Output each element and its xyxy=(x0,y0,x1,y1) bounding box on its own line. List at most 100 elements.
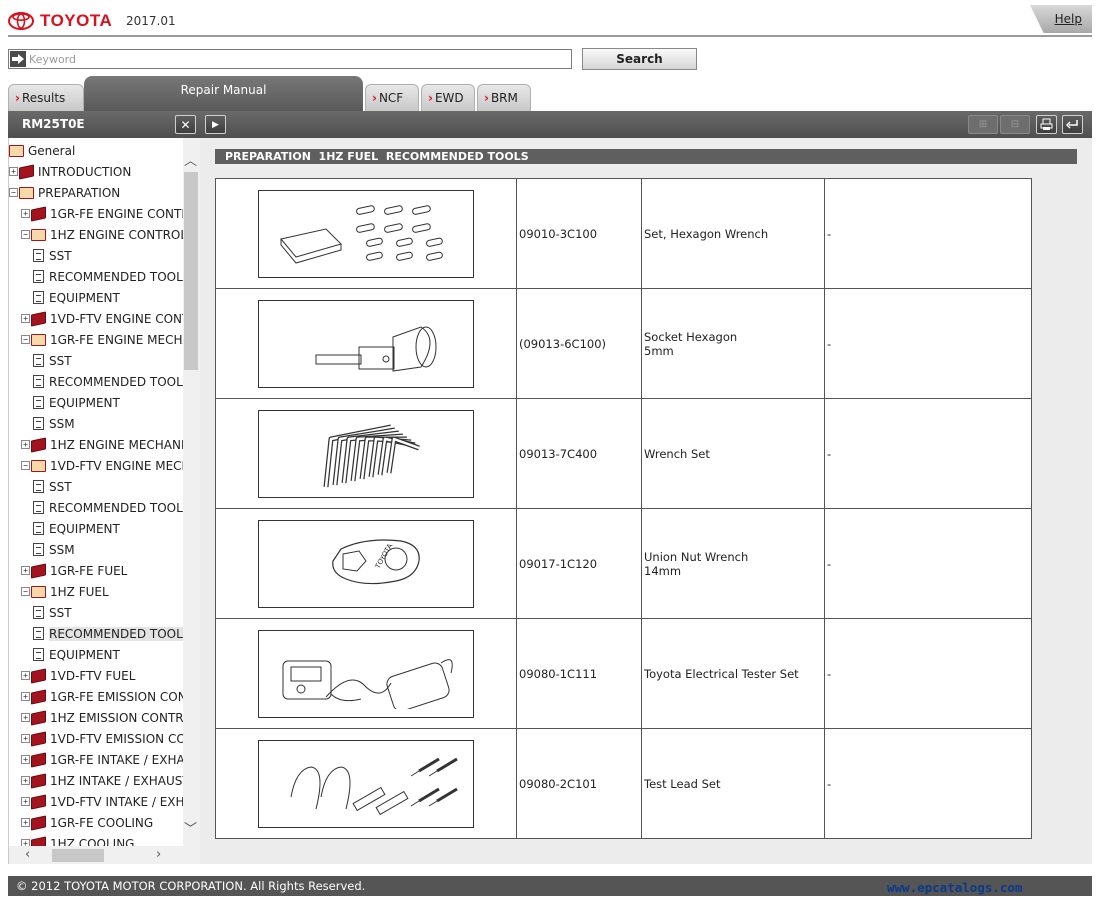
tree-item[interactable]: − 1HZ ENGINE CONTROL xyxy=(21,224,187,245)
wrench-set-illustration[interactable] xyxy=(258,409,474,498)
tree-item[interactable]: +1HZ EMISSION CONTRO xyxy=(21,707,193,728)
expand-icon[interactable]: + xyxy=(21,692,30,701)
electrical-tester-illustration[interactable] xyxy=(258,629,474,718)
plus-box-icon: ⊞ xyxy=(978,119,988,130)
print-button[interactable] xyxy=(1036,115,1057,134)
tab-brm[interactable]: › BRM xyxy=(477,84,531,111)
return-arrow-icon xyxy=(1066,120,1078,129)
tree-item[interactable]: +1GR-FE ENGINE CONTR xyxy=(21,203,190,224)
collapse-icon[interactable]: − xyxy=(21,230,30,239)
tab-ncf[interactable]: › NCF xyxy=(365,84,419,111)
expand-icon[interactable]: + xyxy=(21,818,30,827)
tree-item[interactable]: +1HZ ENGINE MECHANIC xyxy=(21,434,193,455)
close-tree-button[interactable]: ✕ xyxy=(175,115,196,134)
expand-icon[interactable]: + xyxy=(21,713,30,722)
part-number: 09017-1C120 xyxy=(516,508,642,619)
collapse-icon[interactable]: − xyxy=(21,335,30,344)
tree-item[interactable]: RECOMMENDED TOOLS xyxy=(33,266,190,287)
document-icon xyxy=(33,480,44,493)
union-nut-wrench-illustration[interactable]: TOYOTA xyxy=(258,519,474,608)
tree-item[interactable]: +1GR-FE COOLING xyxy=(21,812,153,833)
tree-item[interactable]: SST xyxy=(33,245,72,266)
expand-icon[interactable]: + xyxy=(21,797,30,806)
expand-icon[interactable]: + xyxy=(21,209,30,218)
tree-item[interactable]: SSM xyxy=(33,413,75,434)
tree-item[interactable]: +1VD-FTV EMISSION CO xyxy=(21,728,186,749)
tab-repair-manual[interactable]: Repair Manual xyxy=(84,76,363,111)
expand-all-button[interactable]: ⊞ xyxy=(968,115,998,134)
tree-item[interactable]: SST xyxy=(33,602,72,623)
tree-item-label: PREPARATION xyxy=(38,185,121,200)
tree-item[interactable]: RECOMMENDED TOOLS xyxy=(33,623,191,644)
expand-icon[interactable]: + xyxy=(9,167,18,176)
tree-item[interactable]: EQUIPMENT xyxy=(33,518,120,539)
help-tab[interactable]: Help xyxy=(1030,5,1092,33)
tree-item[interactable]: +1VD-FTV FUEL xyxy=(21,665,135,686)
tool-name: Wrench Set xyxy=(641,398,825,509)
tree-item-label: RECOMMENDED TOOLS xyxy=(49,269,191,284)
tree-item[interactable]: General xyxy=(9,140,75,161)
search-button[interactable]: Search xyxy=(582,48,697,70)
chevron-right-icon: › xyxy=(428,91,433,105)
keyword-input[interactable] xyxy=(26,51,571,67)
table-row: 09013-7C400 Wrench Set - xyxy=(215,398,1032,509)
tool-note: - xyxy=(824,288,1032,399)
tool-note: - xyxy=(824,398,1032,509)
close-icon: ✕ xyxy=(180,117,191,132)
back-button[interactable] xyxy=(1062,115,1083,134)
expand-icon[interactable]: + xyxy=(21,314,30,323)
expand-icon[interactable]: + xyxy=(21,566,30,575)
collapse-all-button[interactable]: ⊟ xyxy=(1000,115,1030,134)
tree-item[interactable]: EQUIPMENT xyxy=(33,392,120,413)
tree-item[interactable]: +1GR-FE INTAKE / EXHA xyxy=(21,749,185,770)
tree-item[interactable]: +1HZ INTAKE / EXHAUST xyxy=(21,770,190,791)
tree-item[interactable]: SST xyxy=(33,476,72,497)
hex-wrench-set-illustration[interactable] xyxy=(258,189,474,278)
tree-item[interactable]: +1GR-FE EMISSION CON xyxy=(21,686,187,707)
collapse-icon[interactable]: − xyxy=(21,461,30,470)
tree-item[interactable]: EQUIPMENT xyxy=(33,287,120,308)
tree-item[interactable]: RECOMMENDED TOOLS xyxy=(33,497,190,518)
closed-book-icon xyxy=(31,688,46,705)
closed-book-icon xyxy=(31,751,46,768)
tree-item[interactable]: − 1VD-FTV ENGINE MECH xyxy=(21,455,191,476)
tree-item[interactable]: − 1HZ FUEL xyxy=(21,581,109,602)
tree-item-label: 1GR-FE ENGINE MECHA xyxy=(50,332,191,347)
expand-panel-button[interactable]: ▶ xyxy=(205,115,226,134)
tree-item[interactable]: +1VD-FTV INTAKE / EXH xyxy=(21,791,185,812)
tree-item-label: 1VD-FTV INTAKE / EXH xyxy=(50,794,185,809)
socket-hexagon-illustration[interactable] xyxy=(258,299,474,388)
tree-item[interactable]: RECOMMENDED TOOLS xyxy=(33,371,190,392)
collapse-icon[interactable]: − xyxy=(21,587,30,596)
tree-scroll-thumb[interactable] xyxy=(184,172,198,370)
expand-icon[interactable]: + xyxy=(21,776,30,785)
collapse-icon[interactable]: − xyxy=(9,188,18,197)
scroll-left-icon[interactable]: ‹ xyxy=(25,847,30,862)
expand-icon[interactable]: + xyxy=(21,734,30,743)
tree-item[interactable]: +1VD-FTV ENGINE CONT xyxy=(21,308,189,329)
tab-results[interactable]: › Results xyxy=(8,84,84,111)
test-lead-set-illustration[interactable] xyxy=(258,739,474,828)
tool-image-cell: TOYOTA xyxy=(215,508,517,619)
tree-hscroll-thumb[interactable] xyxy=(52,849,104,862)
help-link[interactable]: Help xyxy=(1055,12,1082,26)
tree-item[interactable]: EQUIPMENT xyxy=(33,644,120,665)
closed-book-icon xyxy=(31,562,46,579)
tab-label: BRM xyxy=(490,91,518,105)
tree-item[interactable]: +1GR-FE FUEL xyxy=(21,560,127,581)
expand-icon[interactable]: + xyxy=(21,671,30,680)
expand-icon[interactable]: + xyxy=(21,440,30,449)
tree-horizontal-scrollbar[interactable] xyxy=(9,846,200,864)
scroll-up-icon[interactable]: ︿ xyxy=(184,150,197,169)
tree-item[interactable]: SSM xyxy=(33,539,75,560)
tree-item[interactable]: − 1GR-FE ENGINE MECHA xyxy=(21,329,191,350)
tab-ewd[interactable]: › EWD xyxy=(421,84,475,111)
tree-item[interactable]: − PREPARATION xyxy=(9,182,120,203)
scroll-right-icon[interactable]: › xyxy=(156,847,161,862)
document-icon xyxy=(33,543,44,556)
tree-item[interactable]: + INTRODUCTION xyxy=(9,161,131,182)
expand-icon[interactable]: + xyxy=(21,755,30,764)
tree-item[interactable]: SST xyxy=(33,350,72,371)
scroll-down-icon[interactable]: ﹀ xyxy=(184,818,197,837)
document-icon xyxy=(33,291,44,304)
